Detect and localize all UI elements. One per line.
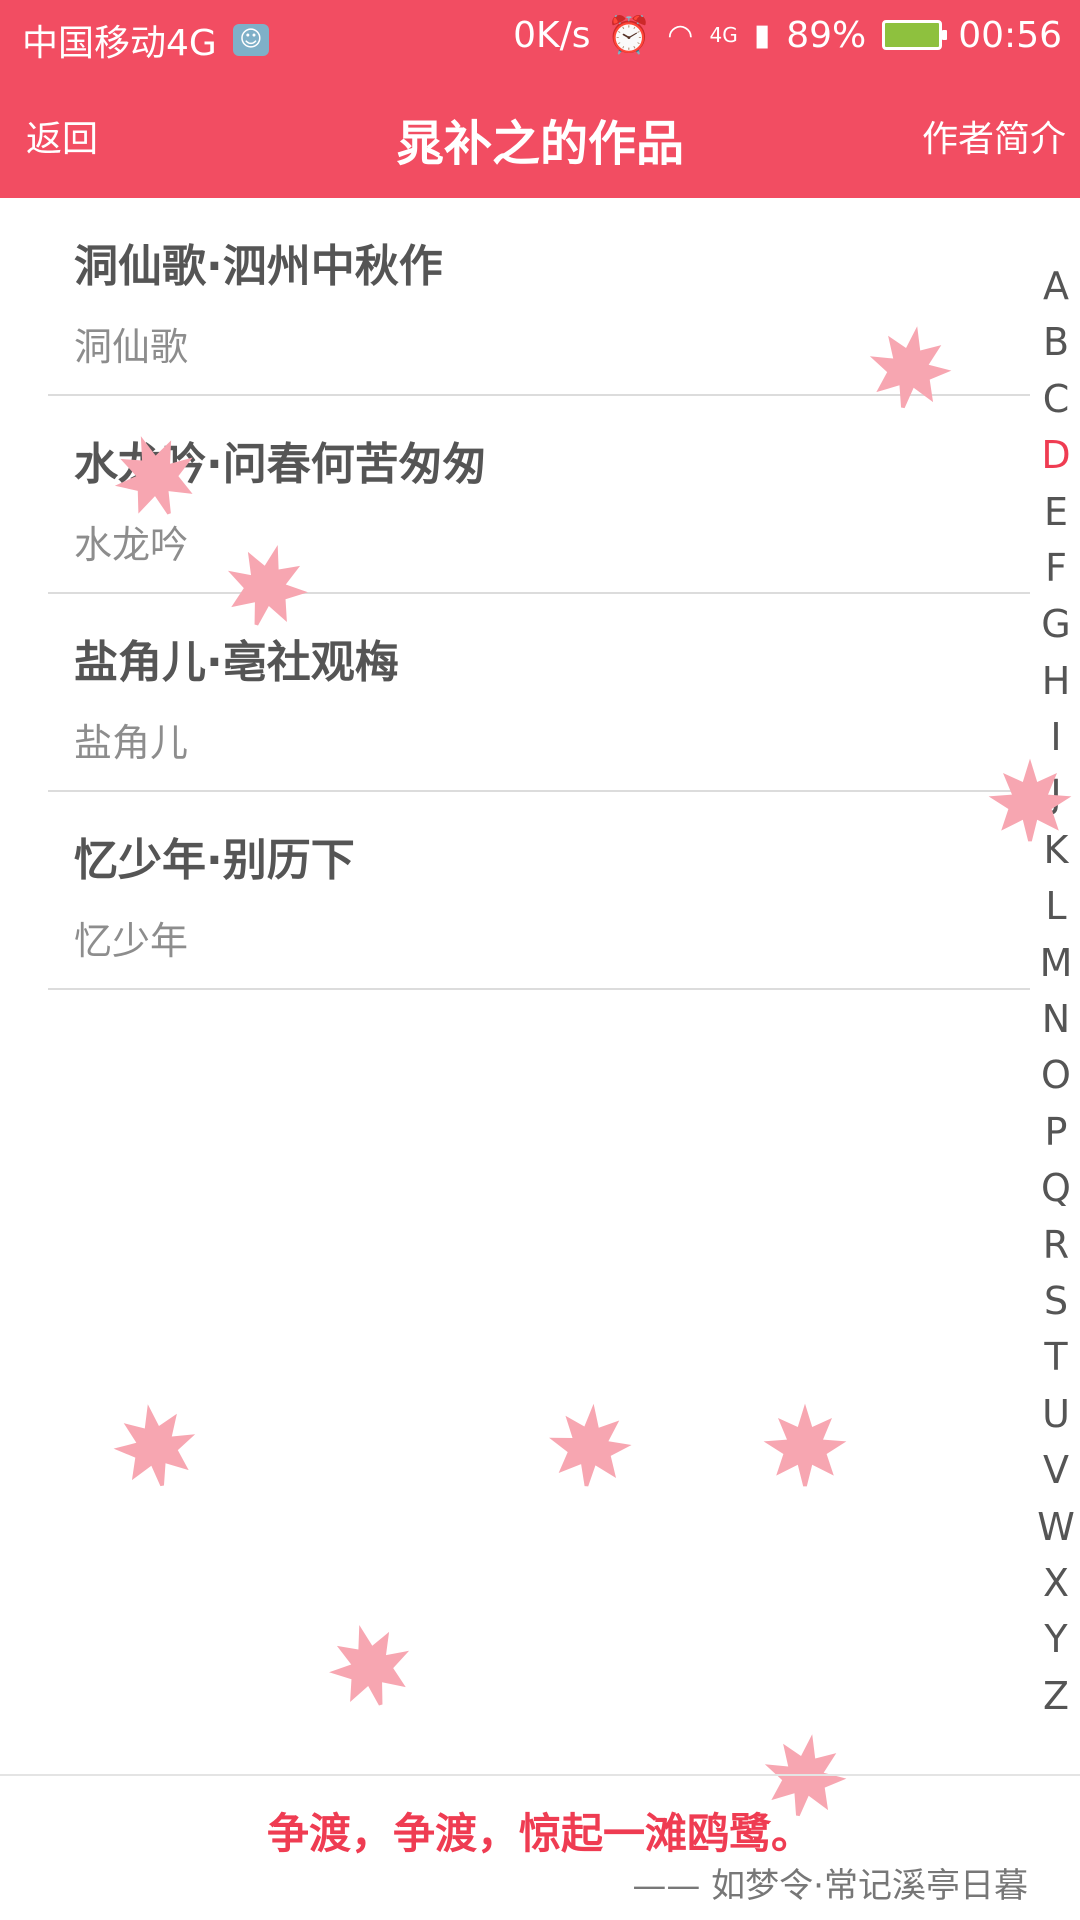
- maple-leaf-icon: [315, 1610, 425, 1720]
- index-letter-n[interactable]: N: [1032, 991, 1080, 1047]
- clock: 00:56: [958, 14, 1062, 56]
- works-list: 洞仙歌·泗州中秋作 洞仙歌 水龙吟·问春何苦匆匆 水龙吟 盐角儿·亳社观梅 盐角…: [48, 198, 1030, 990]
- wifi-icon: ◠: [667, 17, 694, 53]
- work-title: 水龙吟·问春何苦匆匆: [74, 439, 487, 490]
- page-title: 晁补之的作品: [395, 116, 684, 172]
- network-type: 4G: [709, 23, 738, 47]
- index-letter-t[interactable]: T: [1032, 1329, 1080, 1385]
- status-left: 中国移动4G ☺: [22, 14, 269, 66]
- alarm-icon: ⏰: [606, 15, 652, 56]
- index-letter-p[interactable]: P: [1032, 1104, 1080, 1160]
- index-letter-a[interactable]: A: [1032, 258, 1080, 314]
- work-tune-name: 盐角儿: [74, 721, 189, 765]
- footer-quote: 争渡，争渡，惊起一滩鸥鹭。: [266, 1809, 813, 1858]
- maple-leaf-icon: [760, 1400, 850, 1490]
- list-item[interactable]: 盐角儿·亳社观梅 盐角儿: [48, 594, 1030, 792]
- index-letter-i[interactable]: I: [1032, 709, 1080, 765]
- index-letter-g[interactable]: G: [1032, 596, 1080, 652]
- index-letter-h[interactable]: H: [1032, 653, 1080, 709]
- work-tune-name: 洞仙歌: [74, 325, 189, 369]
- index-letter-d[interactable]: D: [1032, 427, 1080, 483]
- work-title: 盐角儿·亳社观梅: [74, 637, 399, 688]
- index-letter-r[interactable]: R: [1032, 1217, 1080, 1273]
- work-title: 忆少年·别历下: [74, 835, 355, 886]
- list-item[interactable]: 洞仙歌·泗州中秋作 洞仙歌: [48, 198, 1030, 396]
- index-letter-j[interactable]: J: [1032, 766, 1080, 822]
- index-letter-e[interactable]: E: [1032, 484, 1080, 540]
- alphabet-index-bar[interactable]: ABCDEFGHIJKLMNOPQRSTUVWXYZ: [1032, 258, 1080, 1724]
- network-speed: 0K/s: [513, 14, 591, 56]
- battery-icon: [882, 20, 948, 50]
- author-intro-button[interactable]: 作者简介: [922, 110, 1066, 162]
- index-letter-y[interactable]: Y: [1032, 1611, 1080, 1667]
- index-letter-c[interactable]: C: [1032, 371, 1080, 427]
- status-right: 0K/s ⏰ ◠ 4G ▮ 89% 00:56: [513, 14, 1062, 57]
- index-letter-z[interactable]: Z: [1032, 1668, 1080, 1724]
- work-tune-name: 忆少年: [74, 919, 189, 963]
- index-letter-f[interactable]: F: [1032, 540, 1080, 596]
- index-letter-u[interactable]: U: [1032, 1386, 1080, 1442]
- index-letter-l[interactable]: L: [1032, 878, 1080, 934]
- footer-divider: [0, 1774, 1080, 1776]
- work-title: 洞仙歌·泗州中秋作: [74, 241, 443, 292]
- index-letter-v[interactable]: V: [1032, 1442, 1080, 1498]
- battery-percent: 89%: [786, 14, 867, 56]
- index-letter-b[interactable]: B: [1032, 314, 1080, 370]
- title-bar: 返回 晁补之的作品 作者简介: [0, 74, 1080, 198]
- android-icon: ☺: [232, 24, 269, 56]
- list-item[interactable]: 忆少年·别历下 忆少年: [48, 792, 1030, 990]
- index-letter-s[interactable]: S: [1032, 1273, 1080, 1329]
- list-item[interactable]: 水龙吟·问春何苦匆匆 水龙吟: [48, 396, 1030, 594]
- signal-icon: ▮: [753, 17, 771, 53]
- index-letter-w[interactable]: W: [1032, 1499, 1080, 1555]
- index-letter-k[interactable]: K: [1032, 822, 1080, 878]
- status-bar: 中国移动4G ☺ 0K/s ⏰ ◠ 4G ▮ 89% 00:56: [0, 0, 1080, 74]
- index-letter-o[interactable]: O: [1032, 1047, 1080, 1103]
- maple-leaf-icon: [541, 1396, 639, 1494]
- maple-leaf-icon: [103, 1393, 207, 1497]
- index-letter-m[interactable]: M: [1032, 935, 1080, 991]
- carrier-label: 中国移动4G: [22, 23, 217, 64]
- work-tune-name: 水龙吟: [74, 523, 189, 567]
- footer-quote-source: —— 如梦令·常记溪亭日暮: [632, 1866, 1028, 1906]
- index-letter-x[interactable]: X: [1032, 1555, 1080, 1611]
- index-letter-q[interactable]: Q: [1032, 1160, 1080, 1216]
